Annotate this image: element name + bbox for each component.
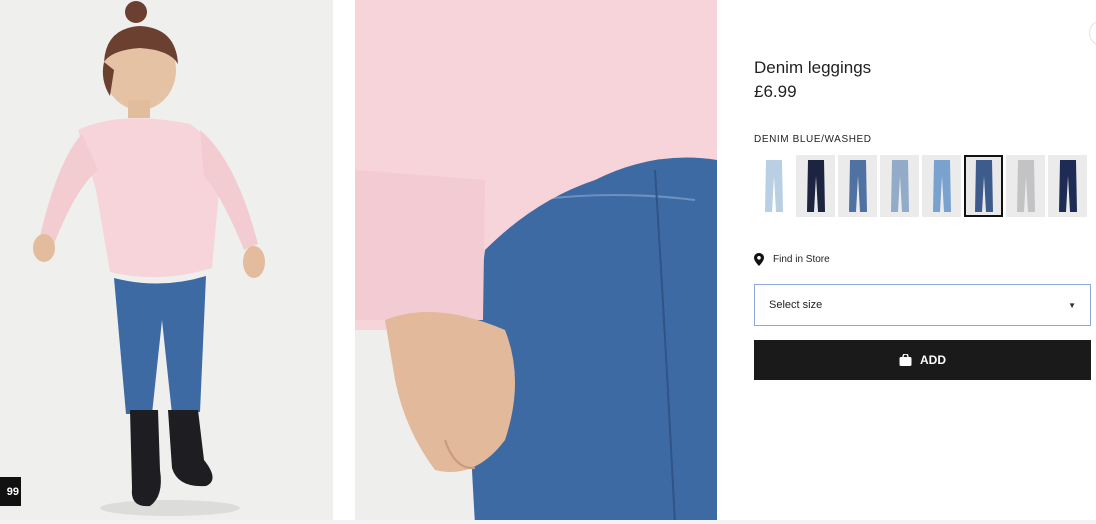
find-in-store-label: Find in Store bbox=[773, 254, 830, 265]
find-in-store-link[interactable]: Find in Store bbox=[754, 253, 830, 266]
color-swatch[interactable] bbox=[838, 155, 877, 217]
product-info-panel: Denim leggings £6.99 DENIM BLUE/WASHED F… bbox=[754, 0, 1092, 524]
product-image-detail[interactable] bbox=[355, 0, 717, 524]
color-swatch[interactable] bbox=[880, 155, 919, 217]
add-button-label: ADD bbox=[920, 353, 946, 367]
color-swatches bbox=[754, 155, 1091, 217]
leggings-icon bbox=[890, 160, 909, 212]
detail-illustration bbox=[355, 0, 717, 524]
color-swatch-selected[interactable] bbox=[964, 155, 1003, 217]
color-swatch[interactable] bbox=[1006, 155, 1045, 217]
image-price-badge: 99 bbox=[0, 477, 21, 506]
color-swatch[interactable] bbox=[754, 155, 793, 217]
leggings-icon bbox=[764, 160, 783, 212]
leggings-icon bbox=[974, 160, 993, 212]
leggings-icon bbox=[932, 160, 951, 212]
color-swatch[interactable] bbox=[1048, 155, 1087, 217]
color-swatch[interactable] bbox=[922, 155, 961, 217]
leggings-icon bbox=[848, 160, 867, 212]
bottom-divider bbox=[0, 520, 1096, 524]
leggings-icon bbox=[1058, 160, 1077, 212]
image-gap bbox=[333, 0, 355, 524]
location-pin-icon bbox=[754, 253, 764, 266]
size-select[interactable]: Select size ▼ bbox=[754, 284, 1091, 326]
color-name-label: DENIM BLUE/WASHED bbox=[754, 134, 872, 145]
size-select-value: Select size bbox=[769, 299, 823, 311]
add-to-bag-button[interactable]: ADD bbox=[754, 340, 1091, 380]
leggings-icon bbox=[806, 160, 825, 212]
product-title: Denim leggings bbox=[754, 58, 872, 77]
product-price: £6.99 bbox=[754, 82, 797, 101]
chevron-down-icon: ▼ bbox=[1068, 300, 1076, 310]
product-image-model[interactable]: 99 bbox=[0, 0, 333, 524]
shopping-bag-icon bbox=[899, 354, 912, 366]
color-swatch[interactable] bbox=[796, 155, 835, 217]
leggings-icon bbox=[1016, 160, 1035, 212]
model-illustration bbox=[0, 0, 333, 524]
